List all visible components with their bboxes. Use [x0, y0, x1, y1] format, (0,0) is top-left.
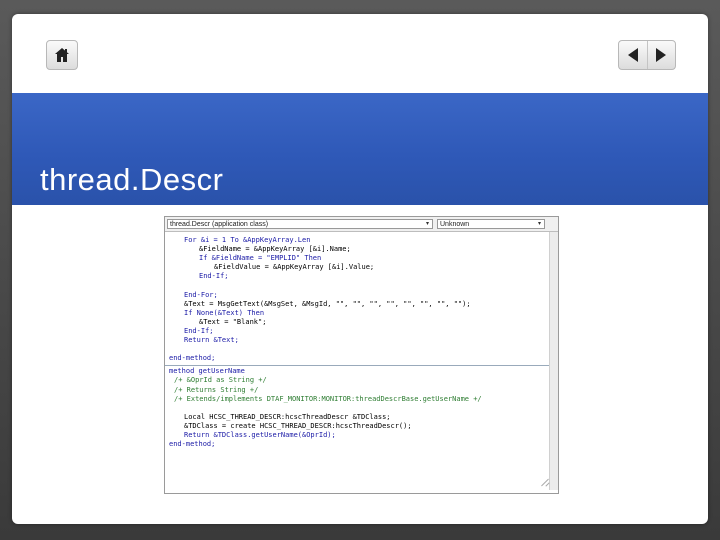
code-line: /+ Extends/implements DTAF_MONITOR:MONIT…	[165, 395, 558, 404]
code-text: End-If;	[199, 272, 229, 281]
code-text: /+ &OprId as String +/	[174, 376, 267, 385]
triangle-left-icon	[627, 48, 638, 62]
slide-navigation	[618, 40, 676, 70]
vertical-scrollbar[interactable]	[549, 232, 558, 490]
chevron-down-icon: ▾	[425, 221, 429, 227]
code-line: &FieldName = &AppKeyArray [&i].Name;	[165, 245, 558, 254]
slide: thread.Descr thread.Descr (application c…	[12, 14, 708, 524]
triangle-right-icon	[656, 48, 667, 62]
code-line: &Text = MsgGetText(&MsgSet, &MsgId, "", …	[165, 300, 558, 309]
code-line: Return &TDClass.getUserName(&OprId);	[165, 431, 558, 440]
event-selector-value: Unknown	[440, 220, 470, 228]
code-text: /+ Extends/implements DTAF_MONITOR:MONIT…	[174, 394, 482, 403]
code-text: /+ Returns String +/	[174, 385, 259, 394]
code-line: &Text = "Blank";	[165, 318, 558, 327]
object-selector-value: thread.Descr (application class)	[170, 220, 269, 228]
code-line: End-For;	[165, 291, 558, 300]
editor-toolbar: thread.Descr (application class) ▾ Unkno…	[165, 217, 558, 232]
event-selector[interactable]: Unknown ▾	[437, 219, 545, 229]
code-line: Local HCSC_THREAD_DESCR:hcscThreadDescr …	[165, 413, 558, 422]
home-button[interactable]	[46, 40, 78, 70]
home-icon	[55, 48, 69, 62]
code-text: &Text = MsgGetText(&MsgSet, &MsgId, "", …	[184, 299, 471, 308]
previous-slide-button[interactable]	[619, 41, 647, 69]
code-text: For &i = 1 To &AppKeyArray.Len	[184, 236, 311, 244]
code-text: method getUserName	[169, 367, 245, 376]
code-text: End-For;	[184, 290, 218, 299]
code-text: If None(&Text) Then	[184, 308, 265, 317]
code-line: &FieldValue = &AppKeyArray [&i].Value;	[165, 263, 558, 272]
chevron-down-icon: ▾	[537, 221, 541, 227]
code-text: End-If;	[184, 326, 214, 335]
next-slide-button[interactable]	[646, 41, 676, 69]
code-text: Return &TDClass.getUserName(&OprId);	[184, 430, 336, 439]
code-editor-screenshot: thread.Descr (application class) ▾ Unkno…	[164, 216, 559, 494]
code-text: end-method;	[169, 440, 216, 449]
code-line: /+ &OprId as String +/	[165, 376, 558, 385]
resize-grip-icon[interactable]	[540, 477, 550, 487]
code-body[interactable]: For &i = 1 To &AppKeyArray.Len &FieldName…	[165, 232, 558, 496]
code-text: &FieldValue = &AppKeyArray [&i].Value;	[214, 263, 375, 272]
code-line: If &FieldName = "EMPLID" Then	[165, 254, 558, 263]
code-line: method getUserName	[165, 367, 558, 376]
code-text: end-method;	[169, 354, 216, 363]
object-selector[interactable]: thread.Descr (application class) ▾	[167, 219, 433, 229]
code-text: If &FieldName = "EMPLID" Then	[199, 254, 322, 263]
code-text: Return &Text;	[184, 336, 239, 345]
code-line: For &i = 1 To &AppKeyArray.Len	[165, 236, 558, 245]
code-separator	[165, 365, 558, 367]
code-text: &Text = "Blank";	[199, 317, 267, 326]
code-line: end-method;	[165, 440, 558, 449]
code-text: &TDClass = create HCSC_THREAD_DESCR:hcsc…	[184, 421, 412, 430]
code-line: Return &Text;	[165, 336, 558, 345]
slide-title: thread.Descr	[40, 162, 224, 197]
code-line: If None(&Text) Then	[165, 309, 558, 318]
code-line: End-If;	[165, 327, 558, 336]
code-text: &FieldName = &AppKeyArray [&i].Name;	[199, 245, 351, 254]
code-line: /+ Returns String +/	[165, 386, 558, 395]
code-text: Local HCSC_THREAD_DESCR:hcscThreadDescr …	[184, 412, 391, 421]
code-line: End-If;	[165, 272, 558, 281]
code-line: &TDClass = create HCSC_THREAD_DESCR:hcsc…	[165, 422, 558, 431]
code-line: end-method;	[165, 354, 558, 363]
